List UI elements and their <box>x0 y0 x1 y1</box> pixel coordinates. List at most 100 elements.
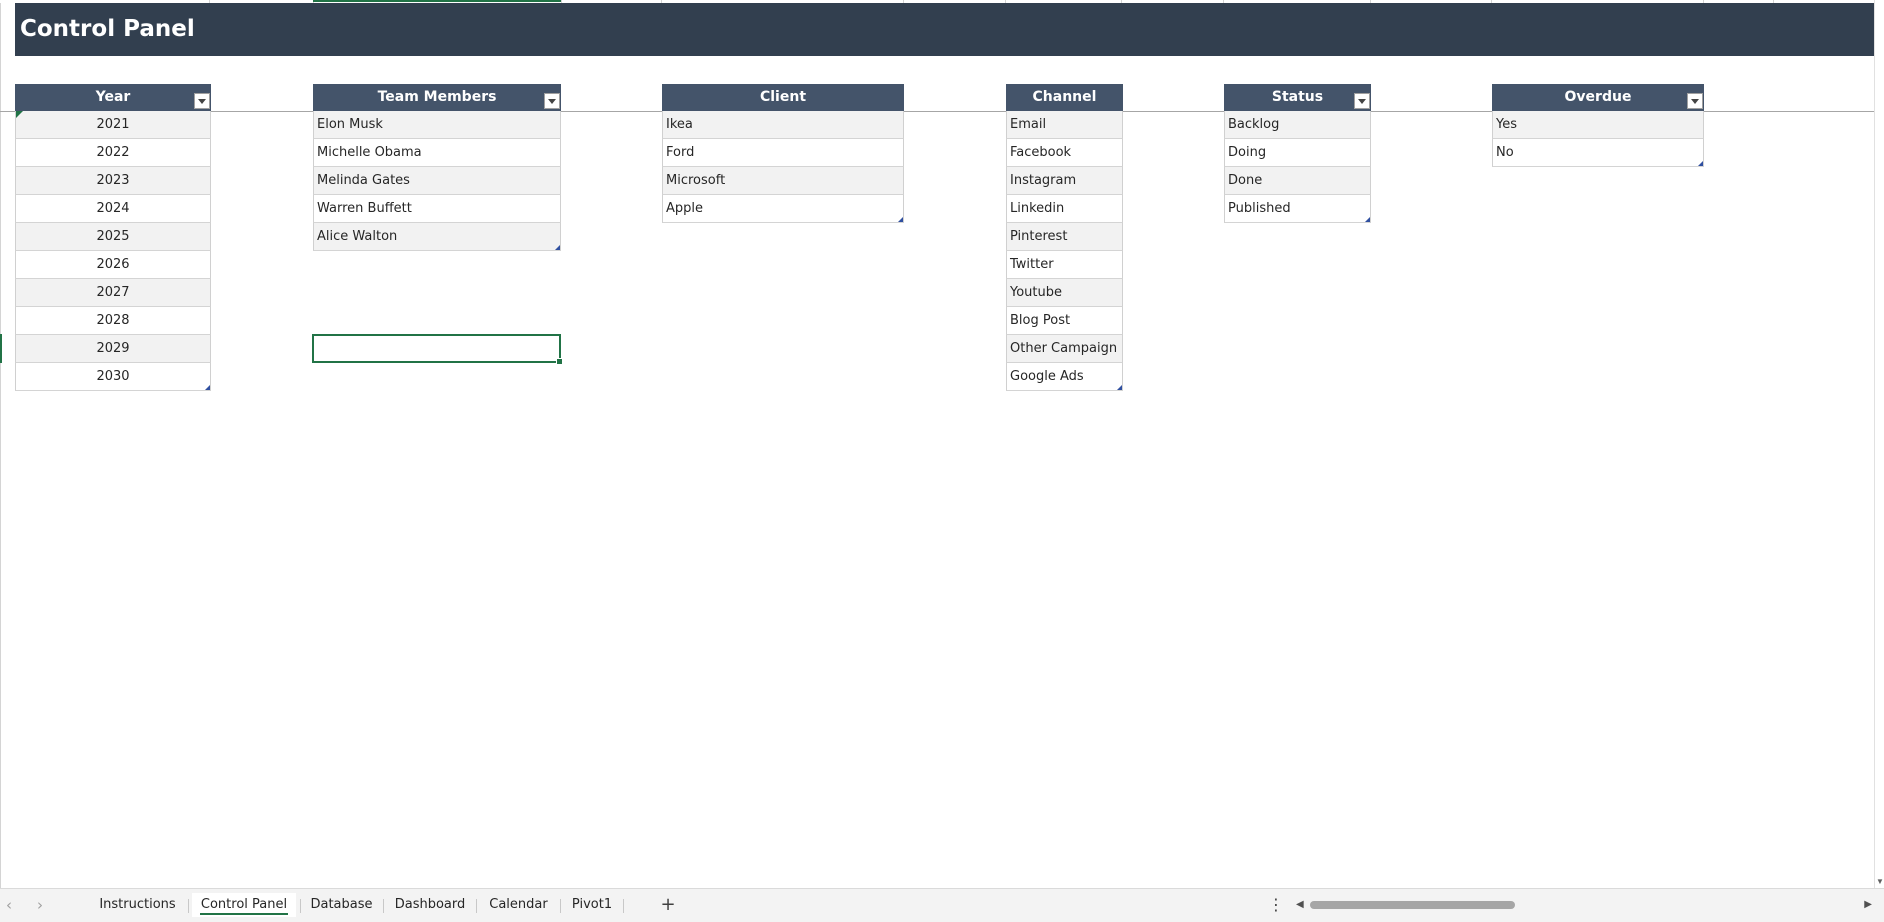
table-resize-handle[interactable] <box>1117 385 1122 390</box>
table-row[interactable]: Other Campaign <box>1006 335 1123 363</box>
filter-dropdown-icon[interactable] <box>1354 93 1370 109</box>
overdue-header-label: Overdue <box>1564 89 1632 105</box>
table-row[interactable]: Done <box>1224 167 1371 195</box>
horizontal-scrollbar[interactable]: ◀ ▶ <box>1296 898 1872 912</box>
year-table: Year 2021 2022 2023 2024 2025 2026 2027 … <box>15 84 211 391</box>
table-resize-handle[interactable] <box>1365 217 1370 222</box>
scroll-right-arrow-icon[interactable]: ▶ <box>1864 898 1872 912</box>
table-resize-handle[interactable] <box>1698 161 1703 166</box>
status-table: Status Backlog Doing Done Published <box>1224 84 1371 223</box>
table-row[interactable]: 2030 <box>15 363 211 391</box>
scroll-left-arrow-icon[interactable]: ◀ <box>1296 898 1304 912</box>
year-table-header: Year <box>15 84 211 111</box>
table-row[interactable]: Ford <box>662 139 904 167</box>
table-row[interactable]: 2029 <box>15 335 211 363</box>
tab-database[interactable]: Database <box>305 893 378 917</box>
table-row[interactable]: Doing <box>1224 139 1371 167</box>
table-row[interactable]: 2024 <box>15 195 211 223</box>
tab-dashboard[interactable]: Dashboard <box>388 893 472 917</box>
overdue-table-header: Overdue <box>1492 84 1704 111</box>
previous-sheet-arrow-icon[interactable]: ‹ <box>6 896 12 914</box>
table-row[interactable]: Elon Musk <box>313 111 561 139</box>
tab-separator <box>476 899 477 913</box>
table-row[interactable]: Backlog <box>1224 111 1371 139</box>
scroll-down-arrow-icon[interactable]: ▼ <box>1876 878 1884 886</box>
year-header-label: Year <box>95 89 131 105</box>
tab-instructions[interactable]: Instructions <box>92 893 183 917</box>
cell-error-indicator <box>16 111 23 118</box>
table-row[interactable]: Twitter <box>1006 251 1123 279</box>
tab-separator <box>188 899 189 913</box>
table-row[interactable]: Blog Post <box>1006 307 1123 335</box>
table-row[interactable]: Published <box>1224 195 1371 223</box>
sheet-tab-bar: ‹ › Instructions Control Panel Database … <box>0 888 1884 922</box>
table-row[interactable]: Instagram <box>1006 167 1123 195</box>
table-resize-handle[interactable] <box>898 217 903 222</box>
table-row[interactable]: Google Ads <box>1006 363 1123 391</box>
tab-separator <box>383 899 384 913</box>
table-row[interactable]: Alice Walton <box>313 223 561 251</box>
page-title: Control Panel <box>15 3 1875 56</box>
active-row-marker <box>0 334 2 363</box>
add-sheet-button[interactable]: + <box>656 893 680 917</box>
status-header-label: Status <box>1271 89 1324 105</box>
table-row[interactable]: Pinterest <box>1006 223 1123 251</box>
table-row[interactable]: Warren Buffett <box>313 195 561 223</box>
team-members-table-header: Team Members <box>313 84 561 111</box>
table-row[interactable]: Microsoft <box>662 167 904 195</box>
filter-dropdown-icon[interactable] <box>194 93 210 109</box>
table-row[interactable]: Youtube <box>1006 279 1123 307</box>
tab-separator <box>623 899 624 913</box>
table-row[interactable]: Ikea <box>662 111 904 139</box>
table-row[interactable]: 2025 <box>15 223 211 251</box>
table-row[interactable]: 2022 <box>15 139 211 167</box>
table-row[interactable]: 2027 <box>15 279 211 307</box>
table-row[interactable]: Melinda Gates <box>313 167 561 195</box>
fill-handle[interactable] <box>556 358 563 365</box>
grid-left-edge <box>0 0 1 888</box>
table-row[interactable]: Linkedin <box>1006 195 1123 223</box>
channel-table-body: Email Facebook Instagram Linkedin Pinter… <box>1006 111 1123 391</box>
horizontal-scroll-thumb[interactable] <box>1310 901 1515 909</box>
tab-control-panel[interactable]: Control Panel <box>192 893 296 917</box>
year-table-body: 2021 2022 2023 2024 2025 2026 2027 2028 … <box>15 111 211 391</box>
overdue-table-body: Yes No <box>1492 111 1704 167</box>
table-row[interactable]: 2028 <box>15 307 211 335</box>
table-row[interactable]: 2021 <box>15 111 211 139</box>
table-row[interactable]: Yes <box>1492 111 1704 139</box>
team-members-header-label: Team Members <box>377 89 497 105</box>
status-table-body: Backlog Doing Done Published <box>1224 111 1371 223</box>
client-header-label: Client <box>759 89 807 105</box>
selected-column-indicator <box>313 0 561 2</box>
active-cell-selection[interactable] <box>312 334 563 365</box>
table-resize-handle[interactable] <box>555 245 560 250</box>
next-sheet-arrow-icon[interactable]: › <box>37 896 43 914</box>
table-row[interactable]: Email <box>1006 111 1123 139</box>
tab-control-panel-label: Control Panel <box>200 897 288 912</box>
table-resize-handle[interactable] <box>205 385 210 390</box>
client-table: Client Ikea Ford Microsoft Apple <box>662 84 904 223</box>
vertical-scrollbar[interactable]: ▼ <box>1874 0 1884 888</box>
channel-header-label: Channel <box>1032 89 1097 105</box>
worksheet-grid[interactable]: Control Panel Year 2021 2022 2023 2024 2… <box>0 0 1884 888</box>
channel-table-header: Channel <box>1006 84 1123 111</box>
client-table-header: Client <box>662 84 904 111</box>
tab-pivot1[interactable]: Pivot1 <box>565 893 619 917</box>
table-row[interactable]: Michelle Obama <box>313 139 561 167</box>
status-table-header: Status <box>1224 84 1371 111</box>
filter-dropdown-icon[interactable] <box>544 93 560 109</box>
tab-separator <box>300 899 301 913</box>
filter-dropdown-icon[interactable] <box>1687 93 1703 109</box>
table-row[interactable]: 2026 <box>15 251 211 279</box>
table-row[interactable]: Apple <box>662 195 904 223</box>
team-members-table-body: Elon Musk Michelle Obama Melinda Gates W… <box>313 111 561 251</box>
table-row[interactable]: 2023 <box>15 167 211 195</box>
table-row[interactable]: Facebook <box>1006 139 1123 167</box>
client-table-body: Ikea Ford Microsoft Apple <box>662 111 904 223</box>
team-members-table: Team Members Elon Musk Michelle Obama Me… <box>313 84 561 251</box>
table-row[interactable]: No <box>1492 139 1704 167</box>
more-options-icon[interactable]: ⋮ <box>1268 895 1284 915</box>
overdue-table: Overdue Yes No <box>1492 84 1704 167</box>
tab-separator <box>560 899 561 913</box>
tab-calendar[interactable]: Calendar <box>481 893 556 917</box>
